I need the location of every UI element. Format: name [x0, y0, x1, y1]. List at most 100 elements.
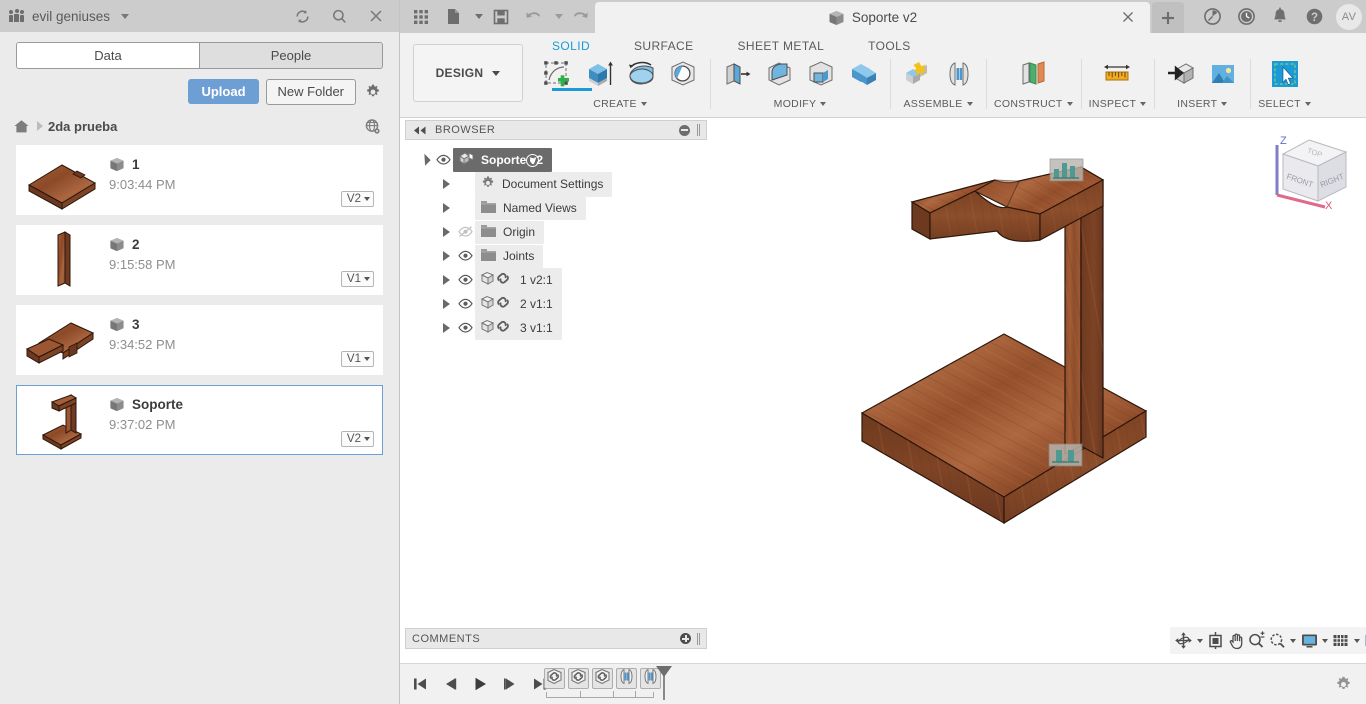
- play-icon[interactable]: [468, 670, 492, 698]
- visibility-eye-icon[interactable]: [455, 322, 475, 334]
- tree-expander[interactable]: [437, 299, 455, 309]
- job-status-icon[interactable]: [1196, 1, 1228, 33]
- panel-resize-grip[interactable]: [697, 124, 700, 136]
- insert-component-3[interactable]: [592, 668, 613, 689]
- gear-icon[interactable]: [363, 82, 383, 102]
- insert-derive-button[interactable]: [1162, 57, 1200, 95]
- visibility-eye-icon[interactable]: [455, 274, 475, 286]
- tree-expander[interactable]: [437, 251, 455, 261]
- shell-button[interactable]: [802, 57, 840, 95]
- chevron-down-icon[interactable]: [121, 13, 130, 19]
- file-row[interactable]: 1 9:03:44 PM V2: [16, 145, 383, 215]
- tree-node[interactable]: 1 v2:1: [405, 268, 707, 292]
- tree-node-body[interactable]: Joints: [475, 244, 544, 268]
- fit-dropdown[interactable]: [1288, 629, 1298, 653]
- notifications-bell-icon[interactable]: [1264, 1, 1296, 33]
- minimize-panel-icon[interactable]: [679, 124, 690, 136]
- revolve-button[interactable]: [622, 57, 660, 95]
- globe-share-icon[interactable]: [361, 118, 383, 135]
- joint-marker-top[interactable]: [1049, 158, 1084, 182]
- tree-node[interactable]: 3 v1:1: [405, 316, 707, 340]
- offset-plane-button[interactable]: [1014, 57, 1052, 95]
- gear-icon[interactable]: [1332, 673, 1354, 695]
- ribbon-group-label[interactable]: CONSTRUCT: [994, 98, 1073, 110]
- grid-dropdown[interactable]: [1352, 629, 1362, 653]
- search-icon[interactable]: [324, 1, 354, 31]
- hub-name[interactable]: evil geniuses: [32, 9, 110, 24]
- avatar[interactable]: AV: [1336, 3, 1362, 30]
- file-row[interactable]: Soporte 9:37:02 PM V2: [16, 385, 383, 455]
- step-back-icon[interactable]: [438, 670, 462, 698]
- joint-marker-bottom[interactable]: [1048, 443, 1083, 467]
- tree-node-body[interactable]: Document Settings: [475, 171, 613, 197]
- view-cube[interactable]: Z X FRONT RIGHT TOP: [1263, 127, 1359, 217]
- joint-button[interactable]: [940, 57, 978, 95]
- measure-button[interactable]: [1098, 57, 1136, 95]
- viewport-canvas[interactable]: Z X FRONT RIGHT TOP: [707, 119, 1366, 663]
- design-workspace-selector[interactable]: DESIGN: [413, 44, 523, 102]
- orbit-dropdown[interactable]: [1195, 629, 1205, 653]
- tree-expander[interactable]: [437, 275, 455, 285]
- chevron-down-icon[interactable]: [470, 2, 484, 32]
- file-row[interactable]: 2 9:15:58 PM V1: [16, 225, 383, 295]
- sphere-button[interactable]: [664, 57, 702, 95]
- panel-resize-grip[interactable]: [697, 632, 700, 645]
- refresh-icon[interactable]: [287, 1, 317, 31]
- display-monitor-icon[interactable]: [1299, 629, 1319, 653]
- timeline-playhead[interactable]: [656, 666, 672, 700]
- chevron-down-icon[interactable]: [550, 2, 564, 32]
- create-sketch-button[interactable]: [538, 57, 576, 95]
- fit-view-icon[interactable]: [1268, 629, 1288, 653]
- tree-expander[interactable]: [415, 153, 433, 166]
- document-tab[interactable]: Soporte v2: [595, 2, 1150, 33]
- ribbon-group-label[interactable]: INSPECT: [1089, 98, 1147, 110]
- tree-expander[interactable]: [437, 323, 455, 333]
- grid-icon[interactable]: [1331, 629, 1351, 653]
- undo-icon[interactable]: [518, 2, 548, 32]
- new-component-button[interactable]: [898, 57, 936, 95]
- collapse-left-icon[interactable]: [412, 126, 428, 135]
- breadcrumb-folder[interactable]: 2da prueba: [48, 119, 117, 134]
- save-icon[interactable]: [486, 2, 516, 32]
- canvas-image-button[interactable]: [1204, 57, 1242, 95]
- tree-node[interactable]: Named Views: [405, 196, 707, 220]
- recent-clock-icon[interactable]: [1230, 1, 1262, 33]
- tree-node[interactable]: Joints: [405, 244, 707, 268]
- tree-expander[interactable]: [437, 203, 455, 213]
- tree-node-body[interactable]: 3 v1:1: [475, 316, 562, 340]
- select-tool-button[interactable]: [1266, 57, 1304, 95]
- redo-icon[interactable]: [566, 2, 596, 32]
- new-tab-button[interactable]: [1152, 2, 1184, 33]
- grid-apps-icon[interactable]: [406, 2, 436, 32]
- tree-node-body[interactable]: 2 v1:1: [475, 292, 562, 316]
- tree-node[interactable]: Soporte v2: [405, 148, 707, 172]
- joint-1[interactable]: [616, 668, 637, 689]
- pan-hand-icon[interactable]: [1226, 629, 1246, 653]
- tree-node-body[interactable]: Origin: [475, 220, 545, 244]
- orbit-icon[interactable]: [1174, 629, 1194, 653]
- tree-expander[interactable]: [437, 179, 455, 189]
- new-folder-button[interactable]: New Folder: [265, 78, 356, 105]
- insert-component-1[interactable]: [544, 668, 565, 689]
- display-dropdown[interactable]: [1320, 629, 1330, 653]
- tree-node[interactable]: Document Settings: [405, 171, 707, 197]
- file-row[interactable]: 3 9:34:52 PM V1: [16, 305, 383, 375]
- zoom-magnifier-icon[interactable]: [1247, 629, 1267, 653]
- tree-node[interactable]: Origin: [405, 220, 707, 244]
- ribbon-group-label[interactable]: ASSEMBLE: [903, 98, 973, 110]
- tree-node-body[interactable]: Named Views: [475, 196, 586, 220]
- tab-people[interactable]: People: [199, 43, 382, 68]
- home-icon[interactable]: [10, 119, 32, 134]
- version-badge[interactable]: V1: [340, 351, 374, 367]
- ribbon-group-label[interactable]: SELECT: [1258, 98, 1311, 110]
- close-icon[interactable]: [361, 1, 391, 31]
- tree-node[interactable]: 2 v1:1: [405, 292, 707, 316]
- insert-component-2[interactable]: [568, 668, 589, 689]
- tree-expander[interactable]: [437, 227, 455, 237]
- ribbon-group-label[interactable]: MODIFY: [774, 98, 827, 110]
- version-badge[interactable]: V2: [340, 431, 374, 447]
- tree-node-body[interactable]: 1 v2:1: [475, 268, 562, 292]
- visibility-eye-icon[interactable]: [455, 298, 475, 310]
- version-badge[interactable]: V2: [340, 191, 374, 207]
- press-pull-button[interactable]: [718, 57, 756, 95]
